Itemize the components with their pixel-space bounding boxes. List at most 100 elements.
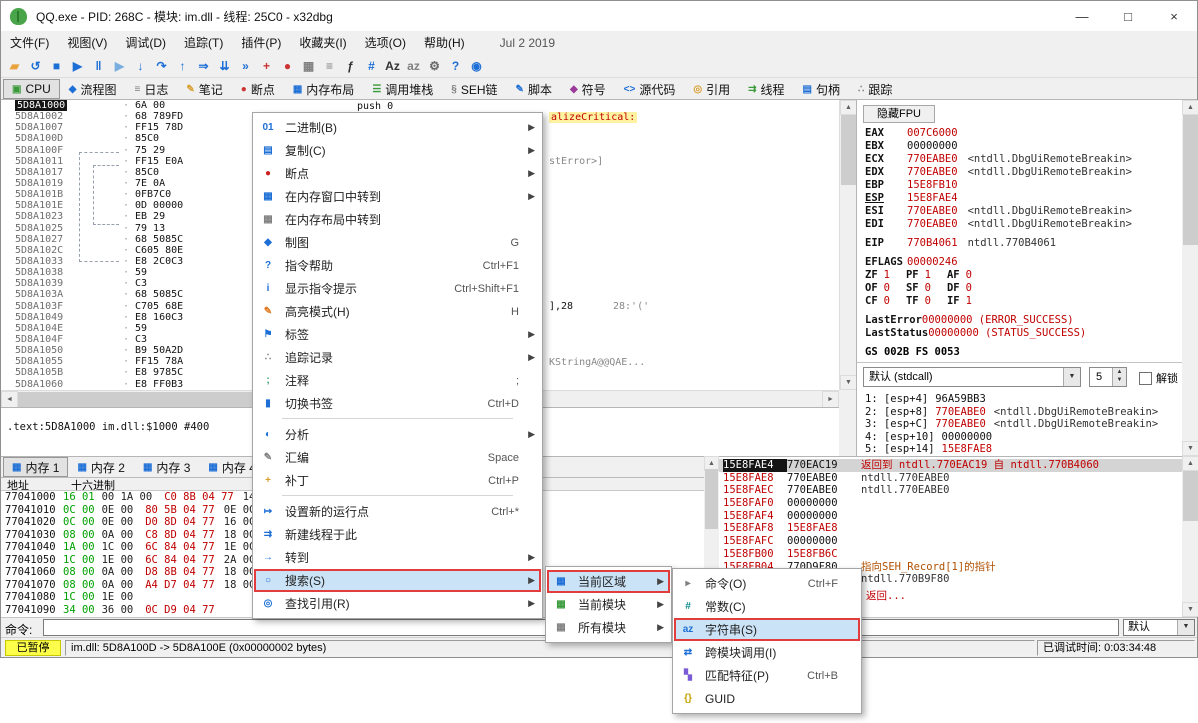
scrollbar-thumb[interactable] [841, 115, 856, 185]
chevron-down-icon[interactable]: ▼ [1063, 368, 1080, 386]
tab-seh[interactable]: §SEH链 [442, 79, 506, 99]
close-process-button[interactable]: ■ [46, 56, 67, 76]
disasm-address[interactable]: 5D8A1027 [15, 234, 63, 245]
disasm-address[interactable]: 5D8A100F [15, 145, 63, 156]
tab-memory-map[interactable]: ▦内存布局 [284, 79, 363, 99]
menu-item-goto[interactable]: →转到▶ [254, 546, 541, 569]
command-profile-select[interactable]: 默认▼ [1123, 619, 1195, 636]
menu-item-highlight-mode[interactable]: ✎高亮模式(H)H▶ [254, 300, 541, 323]
flag-value[interactable]: 0 [966, 269, 972, 281]
calling-convention-select[interactable]: 默认 (stdcall)▼ [863, 367, 1081, 387]
scroll-up-icon[interactable]: ▲ [1182, 456, 1198, 471]
tab-cpu[interactable]: ▣CPU [3, 79, 60, 99]
disasm-address[interactable]: 5D8A102C [15, 245, 63, 256]
memory-map-button[interactable]: ▦ [298, 56, 319, 76]
menu-item-create-thread[interactable]: ⇉新建线程于此▶ [254, 523, 541, 546]
menu-item-binary[interactable]: 01二进制(B)▶ [254, 116, 541, 139]
menubar-item-6[interactable]: 收藏夹(I) [290, 31, 355, 54]
tab-script[interactable]: ✎脚本 [507, 79, 561, 99]
disasm-row[interactable]: 5D8A1000·6A 00 [1, 100, 839, 111]
disasm-address[interactable]: 5D8A1039 [15, 278, 63, 289]
lowercase-button[interactable]: az [403, 56, 424, 76]
tab-dump-2[interactable]: ▦内存 2 [68, 457, 133, 477]
settings-button[interactable]: ⚙ [424, 56, 445, 76]
register-row[interactable]: EDX770EABE0<ntdll.DbgUiRemoteBreakin> [865, 166, 1180, 179]
menu-item-instruction-help[interactable]: ?指令帮助Ctrl+F1▶ [254, 254, 541, 277]
tab-dump-1[interactable]: ▦内存 1 [3, 457, 68, 477]
arg-count-stepper[interactable]: 5▲▼ [1089, 367, 1127, 387]
menu-item-patch[interactable]: +补丁Ctrl+P▶ [254, 469, 541, 492]
register-row[interactable]: EIP770B4061ntdll.770B4061 [865, 237, 1180, 250]
register-value[interactable]: 00000000 (STATUS_SUCCESS) [928, 327, 1086, 339]
register-row[interactable]: LastStatus00000000 (STATUS_SUCCESS) [865, 327, 1180, 340]
restart-button[interactable]: ↺ [25, 56, 46, 76]
disasm-address[interactable]: 5D8A1019 [15, 178, 63, 189]
register-row[interactable]: ESI770EABE0<ntdll.DbgUiRemoteBreakin> [865, 205, 1180, 218]
flag-value[interactable]: 0 [925, 282, 931, 294]
register-row[interactable]: ESP15E8FAE4 [865, 192, 1180, 205]
flags-row[interactable]: ZF1PF1AF0 [865, 269, 1180, 282]
menu-item-label[interactable]: ⚑标签▶ [254, 323, 541, 346]
step-into-button[interactable]: ↓ [130, 56, 151, 76]
stack-row[interactable]: 15E8FAEC770EABE0ntdll.770EABE0 [719, 484, 1182, 497]
stack-row[interactable]: 15E8FAFC00000000 [719, 535, 1182, 548]
menubar-item-4[interactable]: 追踪(T) [175, 31, 232, 54]
register-value[interactable]: 770EABE0 [907, 153, 958, 165]
menu-item-search[interactable]: ○搜索(S)▶ [254, 569, 541, 592]
register-row[interactable]: EFLAGS00000246 [865, 256, 1180, 269]
run-to-user-code-button[interactable]: ⇒ [193, 56, 214, 76]
menu-item-breakpoint[interactable]: ●断点▶ [254, 162, 541, 185]
register-row[interactable]: EBP15E8FB10 [865, 179, 1180, 192]
menu-item-set-new-origin[interactable]: ↦设置新的运行点Ctrl+*▶ [254, 500, 541, 523]
registers-pane[interactable]: 隐藏FPU EAX007C6000EBX00000000ECX770EABE0<… [856, 100, 1182, 456]
scrollbar-thumb[interactable] [1183, 471, 1198, 521]
register-row[interactable]: ECX770EABE0<ntdll.DbgUiRemoteBreakin> [865, 153, 1180, 166]
disasm-address[interactable]: 5D8A1050 [15, 345, 63, 356]
scroll-right-icon[interactable]: ► [822, 391, 839, 408]
disasm-address[interactable]: 5D8A101B [15, 189, 63, 200]
disasm-address[interactable]: 5D8A104E [15, 323, 63, 334]
disasm-address[interactable]: 5D8A1049 [15, 312, 63, 323]
step-over-button[interactable]: ↷ [151, 56, 172, 76]
tab-breakpoints[interactable]: ●断点 [232, 79, 284, 99]
run-button[interactable]: ▶ [67, 56, 88, 76]
run-alt-button[interactable]: ▶ [109, 56, 130, 76]
scroll-left-icon[interactable]: ◄ [1, 391, 18, 408]
hide-fpu-button[interactable]: 隐藏FPU [863, 105, 935, 123]
register-value[interactable]: 770B4061 [907, 237, 958, 249]
menu-item-copy[interactable]: ▤复制(C)▶ [254, 139, 541, 162]
menu-item-mnemonic-brief[interactable]: i显示指令提示Ctrl+Shift+F1▶ [254, 277, 541, 300]
maximize-button[interactable]: □ [1105, 1, 1151, 31]
submenu-item-current-region[interactable]: ▦当前区域▶ [547, 570, 670, 593]
scroll-up-icon[interactable]: ▲ [1182, 100, 1198, 115]
flag-value[interactable]: 0 [966, 282, 972, 294]
stack-row[interactable]: 15E8FAE8770EABE0ntdll.770EABE0 [719, 472, 1182, 485]
flag-value[interactable]: 0 [925, 295, 931, 307]
register-value[interactable]: 00000000 (ERROR_SUCCESS) [922, 314, 1074, 326]
argument-row[interactable]: 2: [esp+8]770EABE0<ntdll.DbgUiRemoteBrea… [865, 406, 1180, 419]
disasm-address[interactable]: 5D8A105B [15, 367, 63, 378]
disasm-address[interactable]: 5D8A103F [15, 301, 63, 312]
menubar-item-2[interactable]: 视图(V) [58, 31, 116, 54]
argument-row[interactable]: 5: [esp+14]15E8FAE8 [865, 443, 1180, 456]
argument-row[interactable]: 1: [esp+4]96A59BB3 [865, 393, 1180, 406]
tab-log[interactable]: ≡日志 [126, 79, 178, 99]
tab-threads[interactable]: ⇉线程 [739, 79, 793, 99]
tab-symbols[interactable]: ◆符号 [561, 79, 615, 99]
stack-row[interactable]: 15E8FAF400000000 [719, 510, 1182, 523]
disasm-address[interactable]: 5D8A1000 [15, 100, 67, 111]
register-value[interactable]: 15E8FB10 [907, 179, 958, 191]
unlock-checkbox[interactable] [1139, 372, 1152, 385]
chevron-down-icon[interactable]: ▼ [1177, 620, 1194, 635]
tab-call-stack[interactable]: ☰调用堆栈 [363, 79, 442, 99]
tab-source[interactable]: <>源代码 [615, 79, 685, 99]
argument-row[interactable]: 3: [esp+C]770EABE0<ntdll.DbgUiRemoteBrea… [865, 418, 1180, 431]
disasm-address[interactable]: 5D8A1017 [15, 167, 63, 178]
tab-trace[interactable]: ∴跟踪 [849, 79, 901, 99]
register-row[interactable]: EAX007C6000 [865, 127, 1180, 140]
disasm-address[interactable]: 5D8A1007 [15, 122, 63, 133]
scrollbar-thumb[interactable] [1183, 115, 1198, 245]
disasm-address[interactable]: 5D8A1025 [15, 223, 63, 234]
disasm-address[interactable]: 5D8A1033 [15, 256, 63, 267]
menu-item-graph[interactable]: ◆制图G▶ [254, 231, 541, 254]
